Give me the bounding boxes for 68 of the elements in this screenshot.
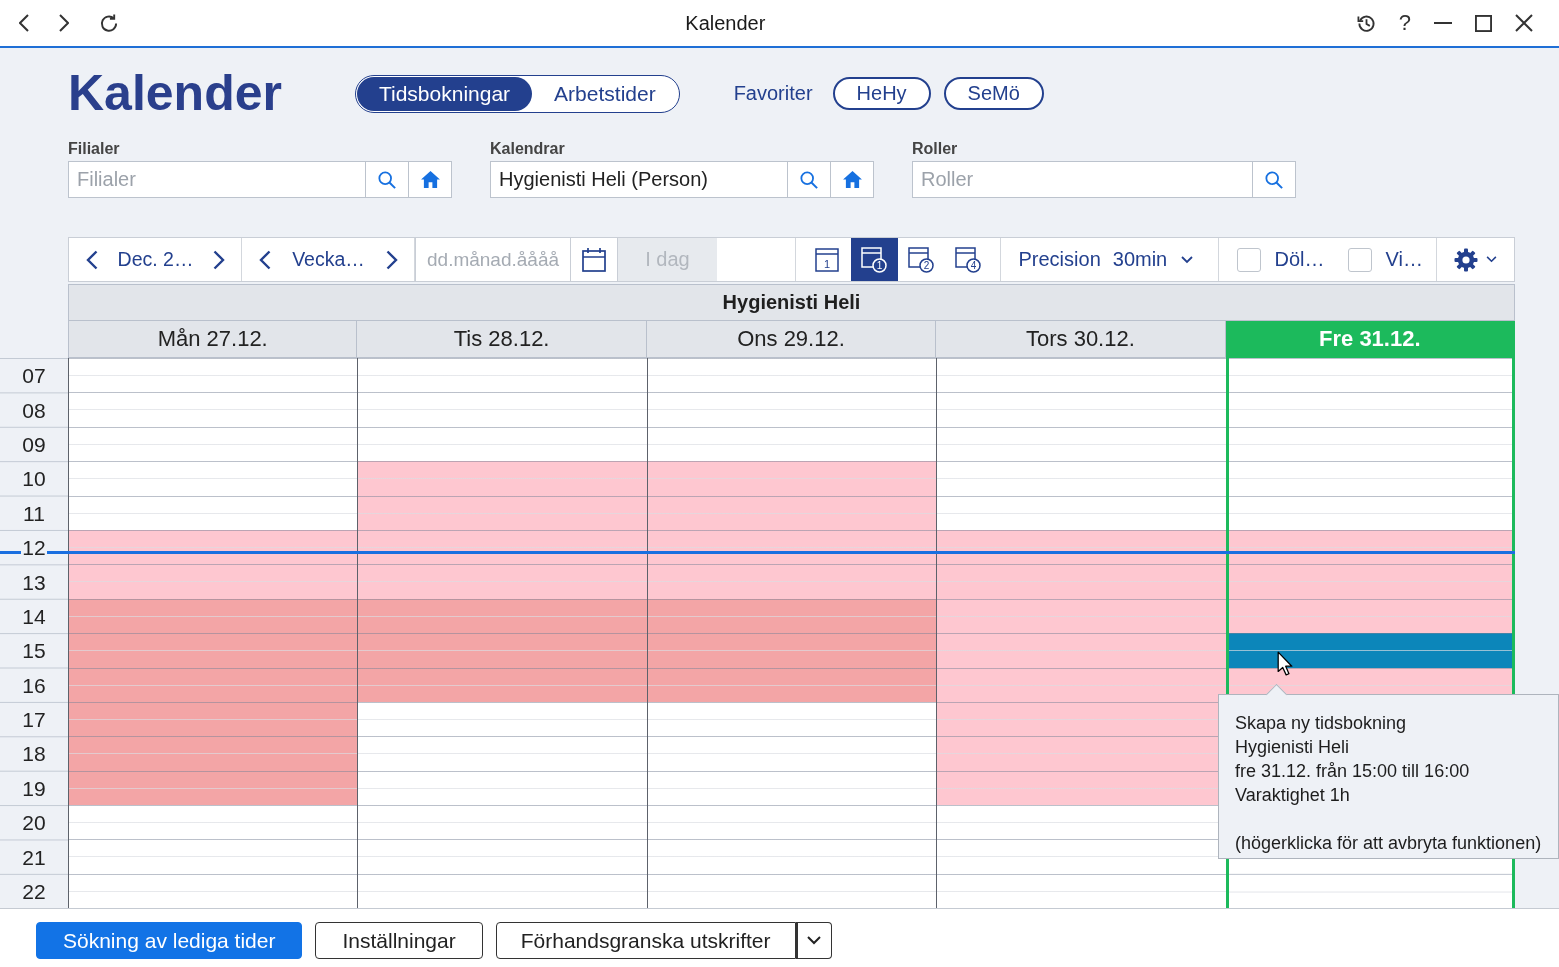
print-preview-button[interactable]: Förhandsgranska utskrifter [495,922,796,960]
settings-icon[interactable] [1453,247,1478,272]
maximize-icon[interactable] [1475,14,1492,32]
search-button[interactable] [366,161,409,198]
checkbox-label: Döl… [1274,248,1325,271]
text-field[interactable]: Filialer [68,161,366,198]
calendar-icon [582,247,606,272]
chevron-down-icon [1181,255,1194,264]
chevron-right-icon[interactable] [386,249,398,270]
day-header[interactable]: Tis 28.12. [357,321,647,358]
search-free-times-button[interactable]: Sökning av lediga tider [36,922,303,960]
close-icon[interactable] [1515,14,1533,32]
checkbox-label: Vi… [1385,248,1423,271]
tooltip-line: Skapa ny tidsbokning [1235,712,1408,735]
settings-button[interactable]: Inställningar [315,922,483,960]
tooltip-line: Varaktighet 1h [1235,784,1351,807]
search-icon [1265,170,1283,189]
chevron-left-icon[interactable] [86,249,98,270]
precision-label: Precision [1018,248,1101,271]
page-title: Kalender [68,64,282,122]
back-icon[interactable] [19,14,29,32]
dropdown-button[interactable] [795,922,832,960]
chevron-right-icon[interactable] [213,249,225,270]
calendar-icon: 1 [815,247,839,272]
day-header[interactable]: Ons 29.12. [646,321,937,358]
checkbox[interactable] [1236,247,1261,272]
chevron-down-icon [807,936,821,946]
view-button[interactable]: 1 [850,238,898,281]
tooltip-line: Hygienisti Heli [1235,736,1351,759]
window-title: Kalender [685,11,766,35]
field-label: Kalendrar [490,139,566,159]
week-selector[interactable]: Vecka… [292,248,365,271]
history-icon[interactable] [1356,13,1376,33]
day-header[interactable]: Mån 27.12. [68,321,358,358]
field-label: Filialer [68,139,121,159]
day-header[interactable]: Tors 30.12. [936,321,1226,358]
tab[interactable]: Tidsbokningar [356,77,533,111]
minimize-icon[interactable] [1434,22,1452,24]
calendar-owner-header: Hygienisti Heli [68,284,1515,321]
tooltip-hint: (högerklicka för att avbryta funktionen) [1235,832,1543,855]
forward-icon[interactable] [59,14,69,32]
precision-dropdown[interactable]: 30min [1112,248,1194,271]
help-button[interactable]: ? [1398,11,1411,35]
text-field[interactable]: Hygienisti Heli (Person) [490,161,788,198]
text-field[interactable]: Roller [912,161,1253,198]
tooltip-line: fre 31.12. från 15:00 till 16:00 [1235,760,1471,783]
caret-icon[interactable] [1485,256,1497,263]
time-slot[interactable] [1228,598,1512,634]
field-label: Roller [912,139,959,159]
search-button[interactable] [788,161,831,198]
home-button[interactable] [409,161,452,198]
favorite-chip[interactable]: SeMö [943,76,1044,110]
search-button[interactable] [1253,161,1296,198]
chevron-left-icon[interactable] [259,249,271,270]
home-button[interactable] [831,161,874,198]
date-field[interactable]: dd.månad.åååå [415,238,571,281]
favorite-chip[interactable]: HeHy [832,76,931,110]
month-selector[interactable]: Dec. 2… [117,248,194,271]
time-slot[interactable] [1228,633,1512,668]
favorites-label: Favoriter [733,81,813,105]
tab[interactable]: Arbetstider [532,77,678,111]
refresh-icon[interactable] [99,13,118,33]
search-icon [378,170,396,189]
home-icon [420,171,440,188]
home-icon [842,171,862,188]
search-icon [800,170,818,189]
cursor-icon [1277,651,1293,676]
checkbox[interactable] [1347,247,1372,272]
